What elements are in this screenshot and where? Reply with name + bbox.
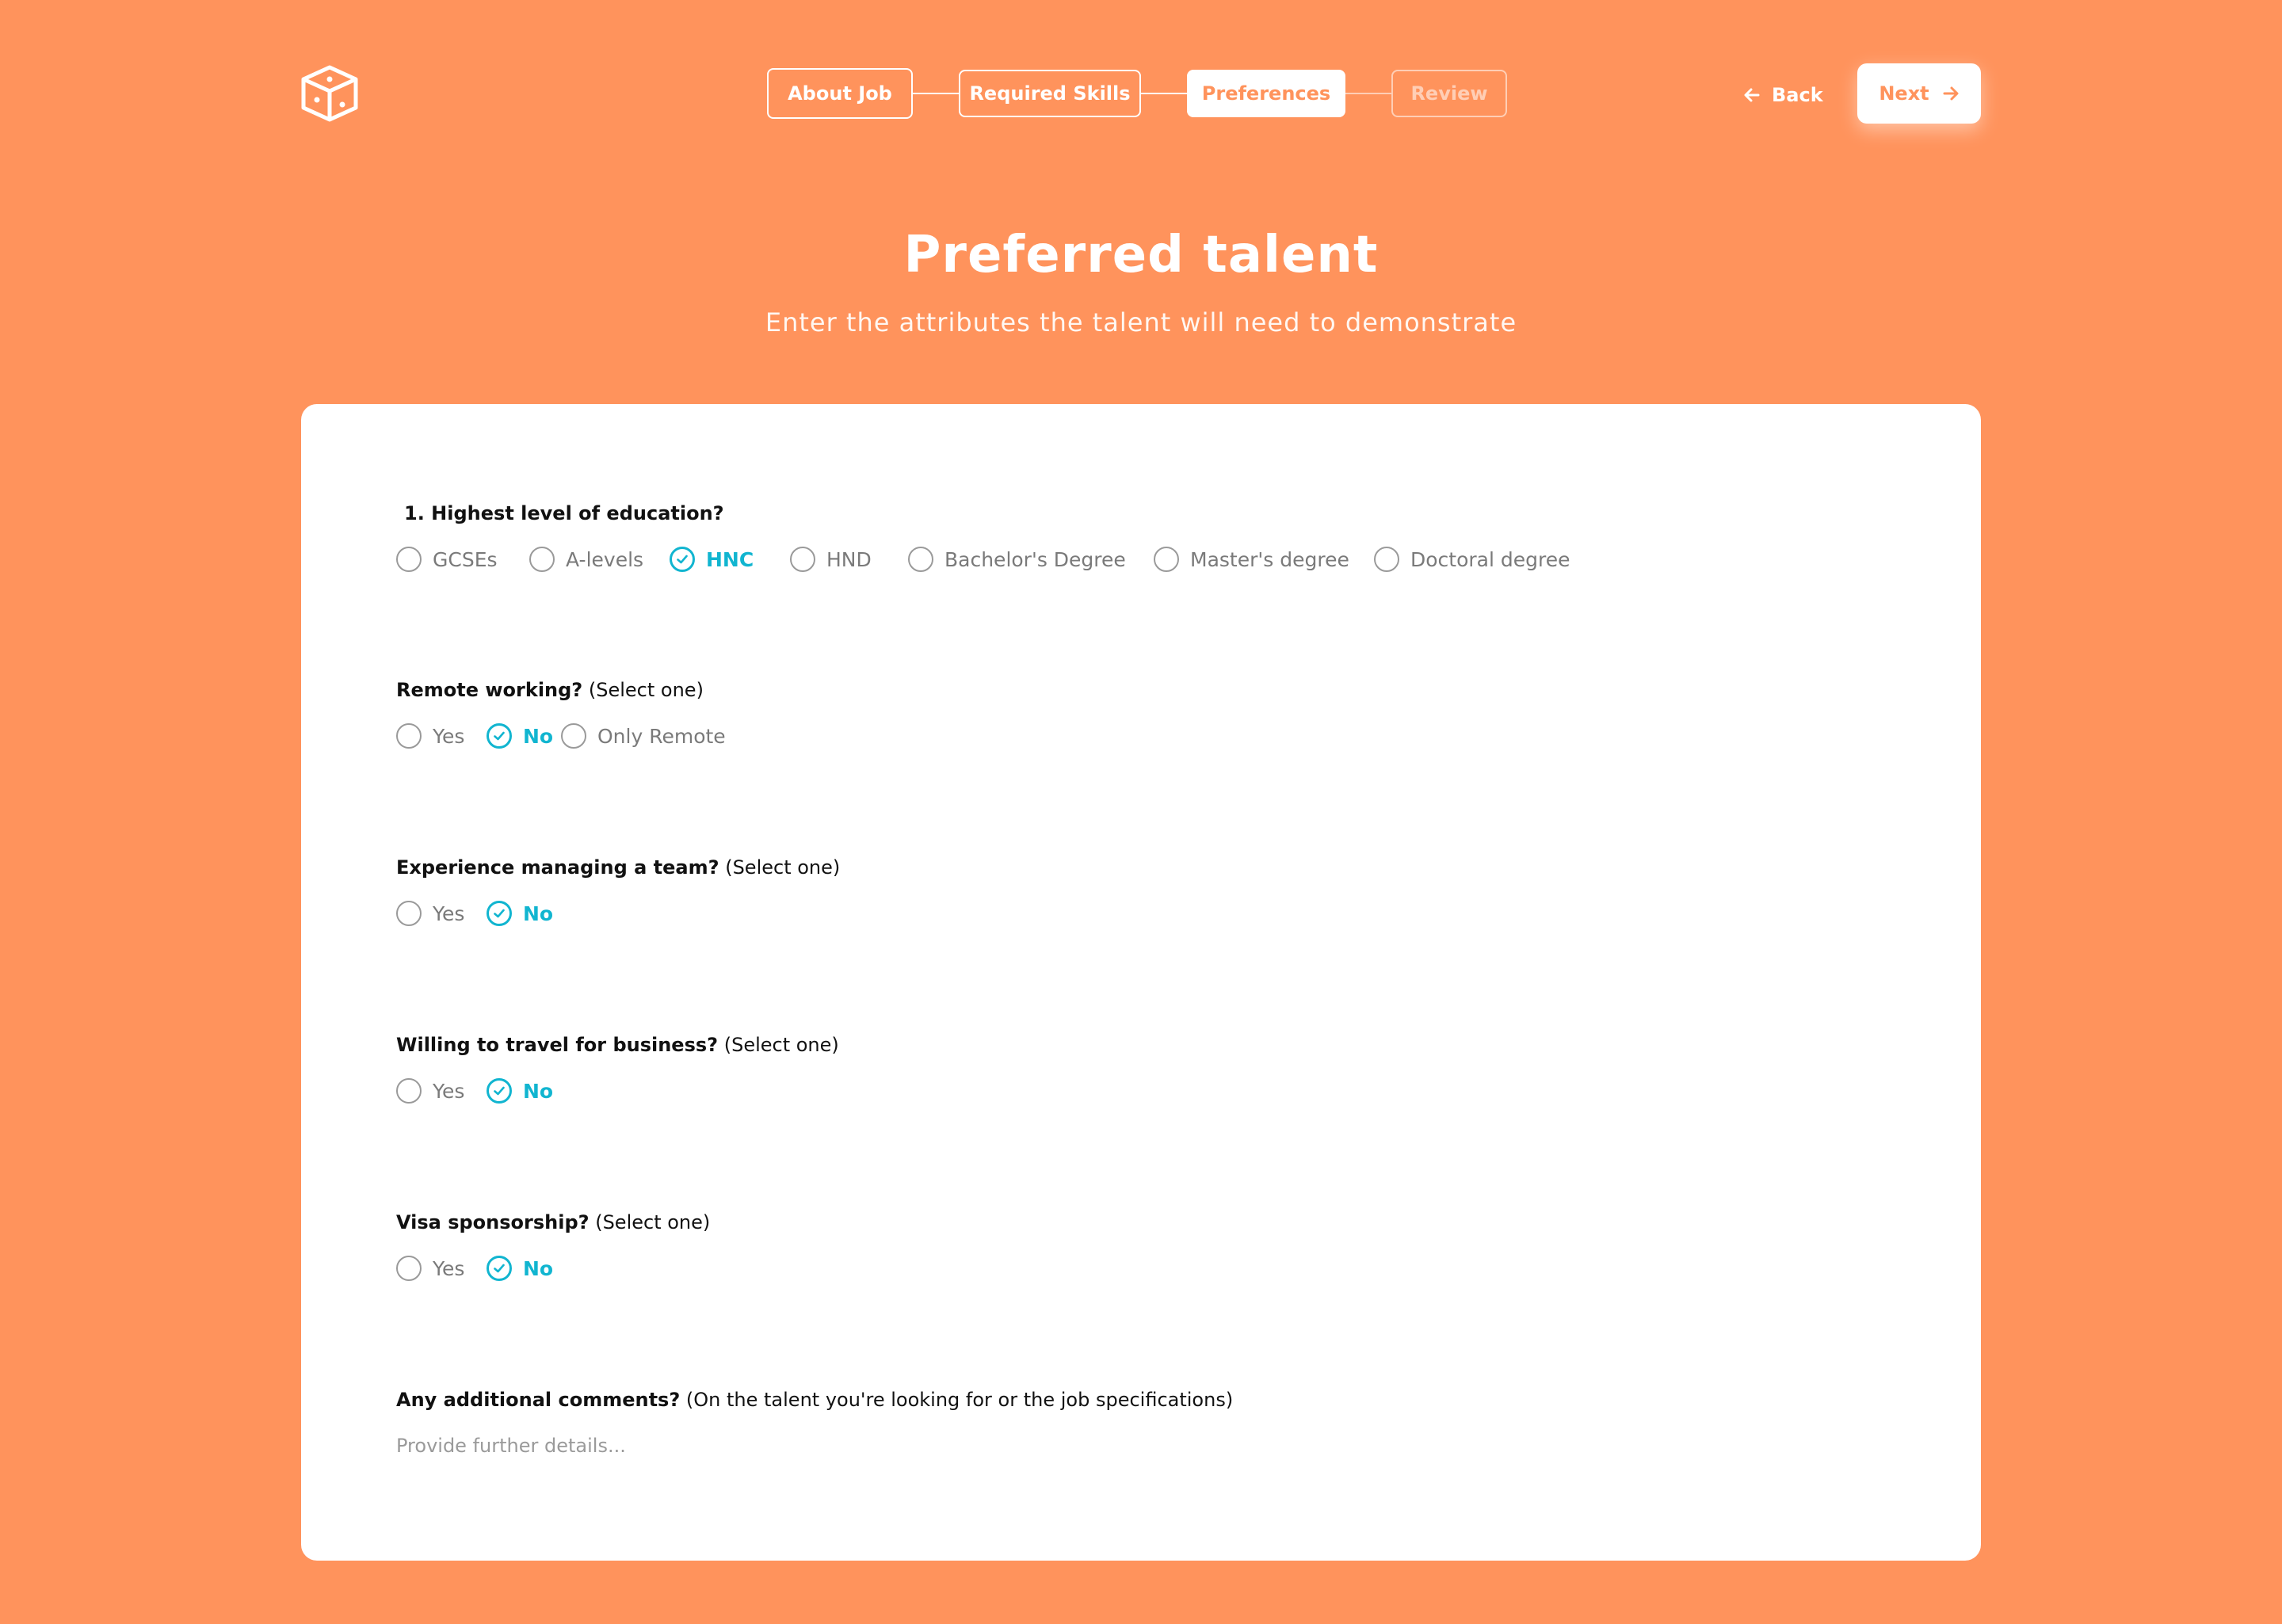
radio-circle bbox=[908, 547, 933, 572]
option-label: Yes bbox=[433, 902, 465, 925]
question-text: Willing to travel for business? bbox=[396, 1034, 719, 1056]
option-label: HND bbox=[826, 547, 872, 571]
visa-option-no[interactable]: No bbox=[487, 1252, 553, 1284]
check-icon bbox=[494, 731, 505, 741]
team-question-label: Experience managing a team? (Select one) bbox=[396, 855, 840, 880]
education-option-doctoral[interactable]: Doctoral degree bbox=[1374, 543, 1570, 575]
travel-question: Willing to travel for business? (Select … bbox=[396, 1032, 839, 1104]
next-button[interactable]: Next bbox=[1857, 63, 1981, 124]
education-option-hnd[interactable]: HND bbox=[790, 543, 872, 575]
progress-stepper: About Job Required Skills Preferences Re… bbox=[767, 68, 1507, 119]
step-required-skills[interactable]: Required Skills bbox=[959, 70, 1141, 117]
radio-circle bbox=[396, 1078, 422, 1104]
page-subtitle: Enter the attributes the talent will nee… bbox=[765, 307, 1517, 337]
option-label: Bachelor's Degree bbox=[944, 547, 1126, 571]
logo[interactable] bbox=[300, 63, 360, 124]
radio-circle bbox=[396, 1256, 422, 1281]
step-preferences[interactable]: Preferences bbox=[1187, 70, 1345, 117]
option-label: No bbox=[523, 1079, 554, 1103]
option-label: Yes bbox=[433, 724, 465, 748]
option-label: Master's degree bbox=[1190, 547, 1349, 571]
question-text: 1. Highest level of education? bbox=[404, 502, 724, 524]
remote-option-only-remote[interactable]: Only Remote bbox=[561, 720, 726, 752]
check-icon bbox=[494, 1086, 505, 1096]
arrow-right-icon bbox=[1943, 86, 1959, 101]
question-hint: (On the talent you're looking for or the… bbox=[685, 1389, 1234, 1411]
question-text: Remote working? bbox=[396, 679, 583, 701]
question-hint: (Select one) bbox=[723, 1034, 839, 1056]
education-option-hnc[interactable]: HNC bbox=[670, 543, 754, 575]
radio-circle bbox=[670, 547, 695, 572]
option-label: A-levels bbox=[566, 547, 644, 571]
remote-question-label: Remote working? (Select one) bbox=[396, 677, 704, 703]
check-icon bbox=[494, 1264, 505, 1273]
radio-circle bbox=[487, 723, 512, 749]
preferences-form-card: 1. Highest level of education? GCSEs A-l… bbox=[301, 404, 1981, 1561]
question-hint: (Select one) bbox=[588, 679, 704, 701]
remote-option-no[interactable]: No bbox=[487, 720, 553, 752]
check-icon bbox=[677, 555, 688, 564]
step-connector bbox=[913, 93, 959, 94]
question-text: Any additional comments? bbox=[396, 1389, 681, 1411]
question-text: Experience managing a team? bbox=[396, 856, 719, 879]
education-option-gcses[interactable]: GCSEs bbox=[396, 543, 498, 575]
education-question: 1. Highest level of education? GCSEs A-l… bbox=[396, 501, 1570, 572]
comments-question-label: Any additional comments? (On the talent … bbox=[396, 1387, 1233, 1412]
radio-circle bbox=[1154, 547, 1179, 572]
travel-question-label: Willing to travel for business? (Select … bbox=[396, 1032, 839, 1058]
option-label: Doctoral degree bbox=[1410, 547, 1570, 571]
comments-question: Any additional comments? (On the talent … bbox=[396, 1387, 1505, 1462]
option-label: Yes bbox=[433, 1079, 465, 1103]
team-option-yes[interactable]: Yes bbox=[396, 898, 464, 929]
remote-question: Remote working? (Select one) Yes No Only… bbox=[396, 677, 726, 749]
radio-circle bbox=[1374, 547, 1399, 572]
education-option-bachelors[interactable]: Bachelor's Degree bbox=[908, 543, 1126, 575]
education-option-a-levels[interactable]: A-levels bbox=[529, 543, 643, 575]
step-review[interactable]: Review bbox=[1391, 70, 1507, 117]
check-icon bbox=[494, 909, 505, 918]
next-button-label: Next bbox=[1879, 82, 1929, 105]
travel-option-no[interactable]: No bbox=[487, 1075, 553, 1107]
radio-circle bbox=[790, 547, 815, 572]
education-option-masters[interactable]: Master's degree bbox=[1154, 543, 1349, 575]
option-label: Yes bbox=[433, 1256, 465, 1280]
back-button[interactable]: Back bbox=[1743, 79, 1823, 111]
option-label: No bbox=[523, 1256, 554, 1280]
radio-circle bbox=[396, 723, 422, 749]
radio-circle bbox=[487, 901, 512, 926]
option-label: GCSEs bbox=[433, 547, 498, 571]
option-label: No bbox=[523, 724, 554, 748]
radio-circle bbox=[529, 547, 555, 572]
comments-input[interactable] bbox=[396, 1430, 1505, 1462]
radio-circle bbox=[396, 901, 422, 926]
team-question: Experience managing a team? (Select one)… bbox=[396, 855, 840, 926]
cube-dice-icon bbox=[301, 65, 358, 122]
radio-circle bbox=[487, 1256, 512, 1281]
page-title: Preferred talent bbox=[903, 226, 1379, 284]
arrow-left-icon bbox=[1744, 88, 1760, 102]
question-hint: (Select one) bbox=[595, 1211, 711, 1233]
step-connector bbox=[1141, 93, 1187, 94]
visa-question: Visa sponsorship? (Select one) Yes No bbox=[396, 1210, 710, 1281]
radio-circle bbox=[396, 547, 422, 572]
option-label: Only Remote bbox=[597, 724, 726, 748]
team-option-no[interactable]: No bbox=[487, 898, 553, 929]
radio-circle bbox=[487, 1078, 512, 1104]
remote-option-yes[interactable]: Yes bbox=[396, 720, 464, 752]
option-label: No bbox=[523, 902, 554, 925]
radio-circle bbox=[561, 723, 586, 749]
step-about-job[interactable]: About Job bbox=[767, 68, 913, 119]
question-text: Visa sponsorship? bbox=[396, 1211, 590, 1233]
visa-option-yes[interactable]: Yes bbox=[396, 1252, 464, 1284]
visa-question-label: Visa sponsorship? (Select one) bbox=[396, 1210, 710, 1235]
option-label: HNC bbox=[706, 547, 754, 571]
education-question-label: 1. Highest level of education? bbox=[404, 501, 724, 526]
travel-option-yes[interactable]: Yes bbox=[396, 1075, 464, 1107]
back-button-label: Back bbox=[1772, 84, 1823, 106]
question-hint: (Select one) bbox=[725, 856, 841, 879]
step-connector bbox=[1345, 93, 1391, 94]
